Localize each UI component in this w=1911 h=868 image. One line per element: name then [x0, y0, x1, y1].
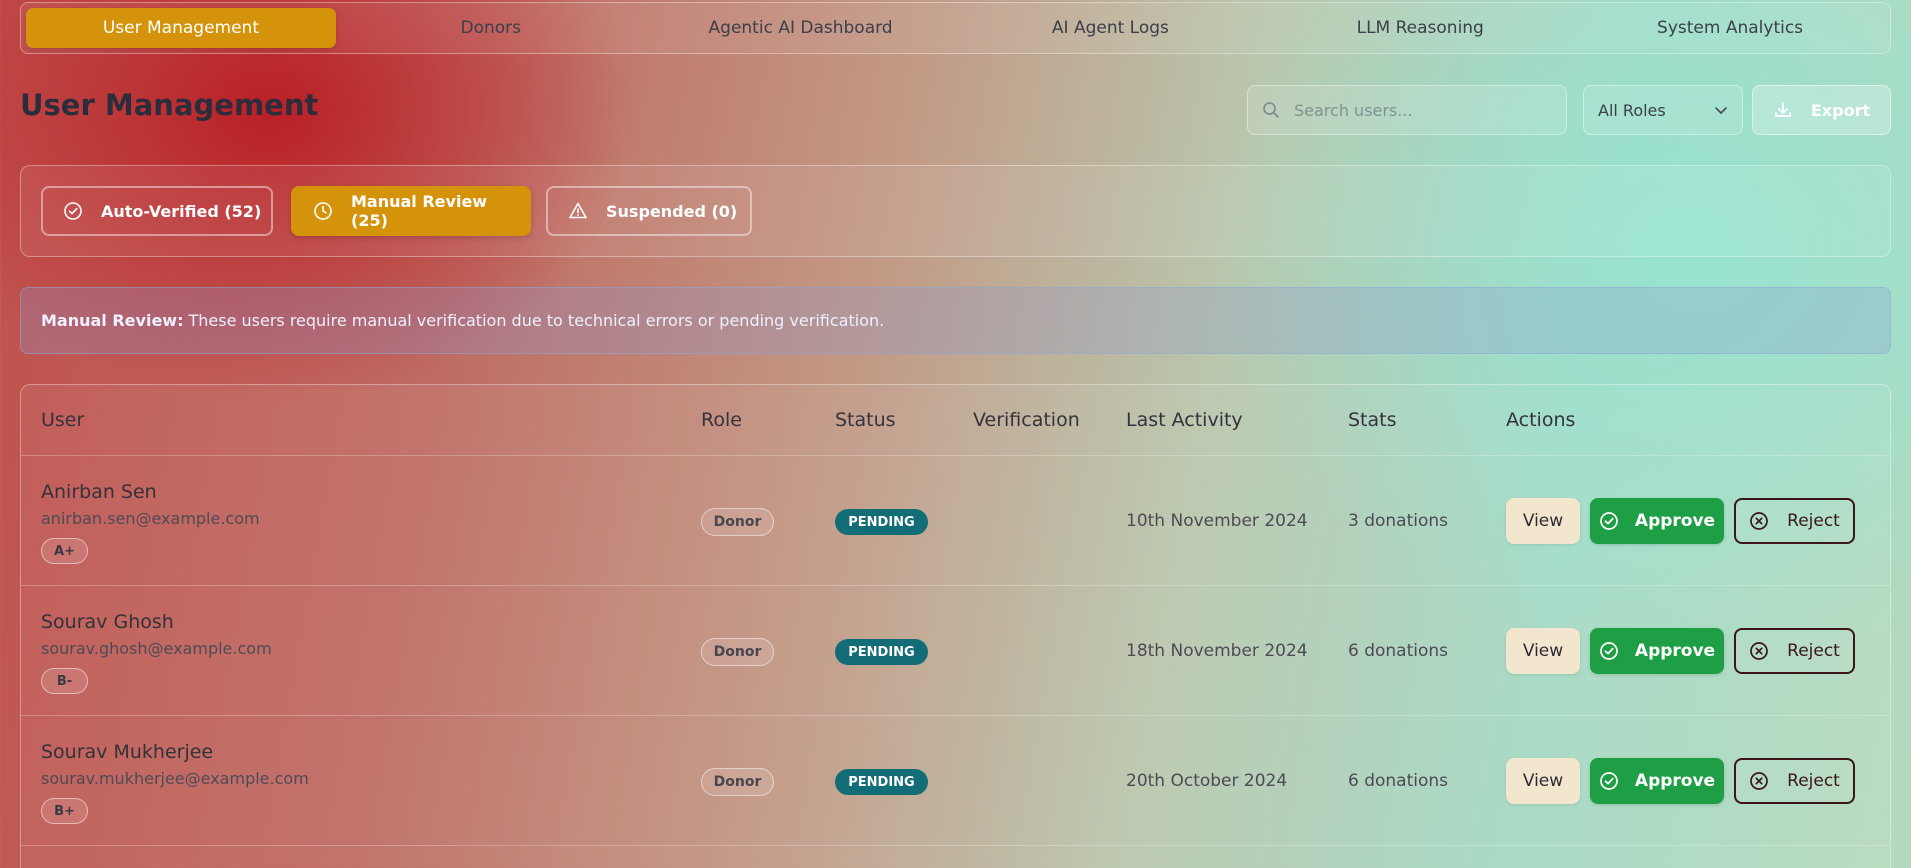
search-box[interactable] [1247, 85, 1567, 135]
filter-suspended[interactable]: Suspended (0) [546, 186, 752, 236]
x-circle-icon [1749, 511, 1769, 531]
last-activity: 20th October 2024 [1126, 771, 1288, 791]
view-button[interactable]: View [1506, 628, 1580, 674]
column-header-role: Role [701, 409, 742, 431]
check-circle-icon [1599, 771, 1619, 791]
page: User Management Donors Agentic AI Dashbo… [20, 0, 1891, 868]
blood-group-badge: B+ [41, 798, 88, 824]
approve-label: Approve [1634, 511, 1716, 531]
approve-label: Approve [1634, 641, 1716, 661]
check-circle-icon [1599, 511, 1619, 531]
role-badge: Donor [701, 768, 774, 796]
user-email: anirban.sen@example.com [41, 509, 260, 528]
banner-title: Manual Review: [41, 311, 184, 330]
tab-llm-reasoning[interactable]: LLM Reasoning [1265, 8, 1575, 48]
column-header-actions: Actions [1506, 409, 1576, 431]
last-activity: 18th November 2024 [1126, 641, 1308, 661]
reject-label: Reject [1787, 641, 1840, 661]
approve-button[interactable]: Approve [1590, 758, 1724, 804]
status-badge: PENDING [835, 509, 928, 535]
check-circle-icon [1599, 641, 1619, 661]
search-input[interactable] [1294, 100, 1544, 120]
chevron-down-icon [1714, 103, 1728, 117]
view-label: View [1522, 641, 1564, 661]
table-row: Sourav Mukherjee sourav.mukherjee@exampl… [21, 716, 1890, 846]
export-label: Export [1810, 100, 1871, 120]
user-name: Anirban Sen [41, 481, 157, 503]
reject-button[interactable]: Reject [1734, 498, 1855, 544]
table-row: Sourav Ghosh sourav.ghosh@example.com B-… [21, 586, 1890, 716]
reject-label: Reject [1787, 511, 1840, 531]
reject-label: Reject [1787, 771, 1840, 791]
approve-button[interactable]: Approve [1590, 498, 1724, 544]
warning-icon [568, 201, 588, 221]
column-header-status: Status [835, 409, 896, 431]
approve-label: Approve [1634, 771, 1716, 791]
filter-auto-verified[interactable]: Auto-Verified (52) [41, 186, 273, 236]
tab-ai-agent-logs[interactable]: AI Agent Logs [955, 8, 1265, 48]
role-filter-value: All Roles [1598, 100, 1666, 120]
reject-button[interactable]: Reject [1734, 758, 1855, 804]
tab-system-analytics[interactable]: System Analytics [1575, 8, 1885, 48]
role-badge: Donor [701, 508, 774, 536]
export-button[interactable]: Export [1752, 85, 1891, 135]
status-badge: PENDING [835, 639, 928, 665]
clock-icon [313, 201, 333, 221]
tab-agentic-ai-dashboard[interactable]: Agentic AI Dashboard [646, 8, 956, 48]
user-name: Sourav Ghosh [41, 611, 174, 633]
table-header: User Role Status Verification Last Activ… [21, 385, 1890, 456]
tab-donors[interactable]: Donors [336, 8, 646, 48]
stats: 6 donations [1348, 641, 1449, 661]
last-activity: 10th November 2024 [1126, 511, 1308, 531]
filter-auto-verified-label: Auto-Verified (52) [101, 201, 262, 221]
page-title: User Management [20, 88, 319, 122]
stats: 3 donations [1348, 511, 1449, 531]
column-header-stats: Stats [1348, 409, 1397, 431]
approve-button[interactable]: Approve [1590, 628, 1724, 674]
user-email: sourav.mukherjee@example.com [41, 769, 309, 788]
manual-review-banner: Manual Review: These users require manua… [20, 287, 1891, 354]
view-label: View [1522, 511, 1564, 531]
users-table: User Role Status Verification Last Activ… [20, 384, 1891, 868]
blood-group-badge: B- [41, 668, 88, 694]
search-icon [1262, 101, 1280, 119]
role-badge: Donor [701, 638, 774, 666]
view-label: View [1522, 771, 1564, 791]
column-header-verification: Verification [973, 409, 1080, 431]
check-circle-icon [63, 201, 83, 221]
filter-manual-review[interactable]: Manual Review (25) [291, 186, 531, 236]
banner-text: These users require manual verification … [188, 311, 885, 330]
filter-manual-review-label: Manual Review (25) [351, 192, 488, 230]
tab-user-management[interactable]: User Management [26, 8, 336, 48]
download-icon [1773, 100, 1793, 120]
filter-suspended-label: Suspended (0) [606, 201, 738, 221]
user-name: Sourav Mukherjee [41, 741, 214, 763]
view-button[interactable]: View [1506, 498, 1580, 544]
role-filter-select[interactable]: All Roles [1583, 85, 1743, 135]
reject-button[interactable]: Reject [1734, 628, 1855, 674]
top-nav: User Management Donors Agentic AI Dashbo… [20, 2, 1891, 54]
status-badge: PENDING [835, 769, 928, 795]
view-button[interactable]: View [1506, 758, 1580, 804]
x-circle-icon [1749, 771, 1769, 791]
user-email: sourav.ghosh@example.com [41, 639, 272, 658]
table-row: Anirban Sen anirban.sen@example.com A+ D… [21, 456, 1890, 586]
column-header-user: User [41, 409, 85, 431]
column-header-last-activity: Last Activity [1126, 409, 1243, 431]
x-circle-icon [1749, 641, 1769, 661]
verification-filter-panel: Auto-Verified (52) Manual Review (25) Su… [20, 165, 1891, 257]
stats: 6 donations [1348, 771, 1449, 791]
blood-group-badge: A+ [41, 538, 88, 564]
